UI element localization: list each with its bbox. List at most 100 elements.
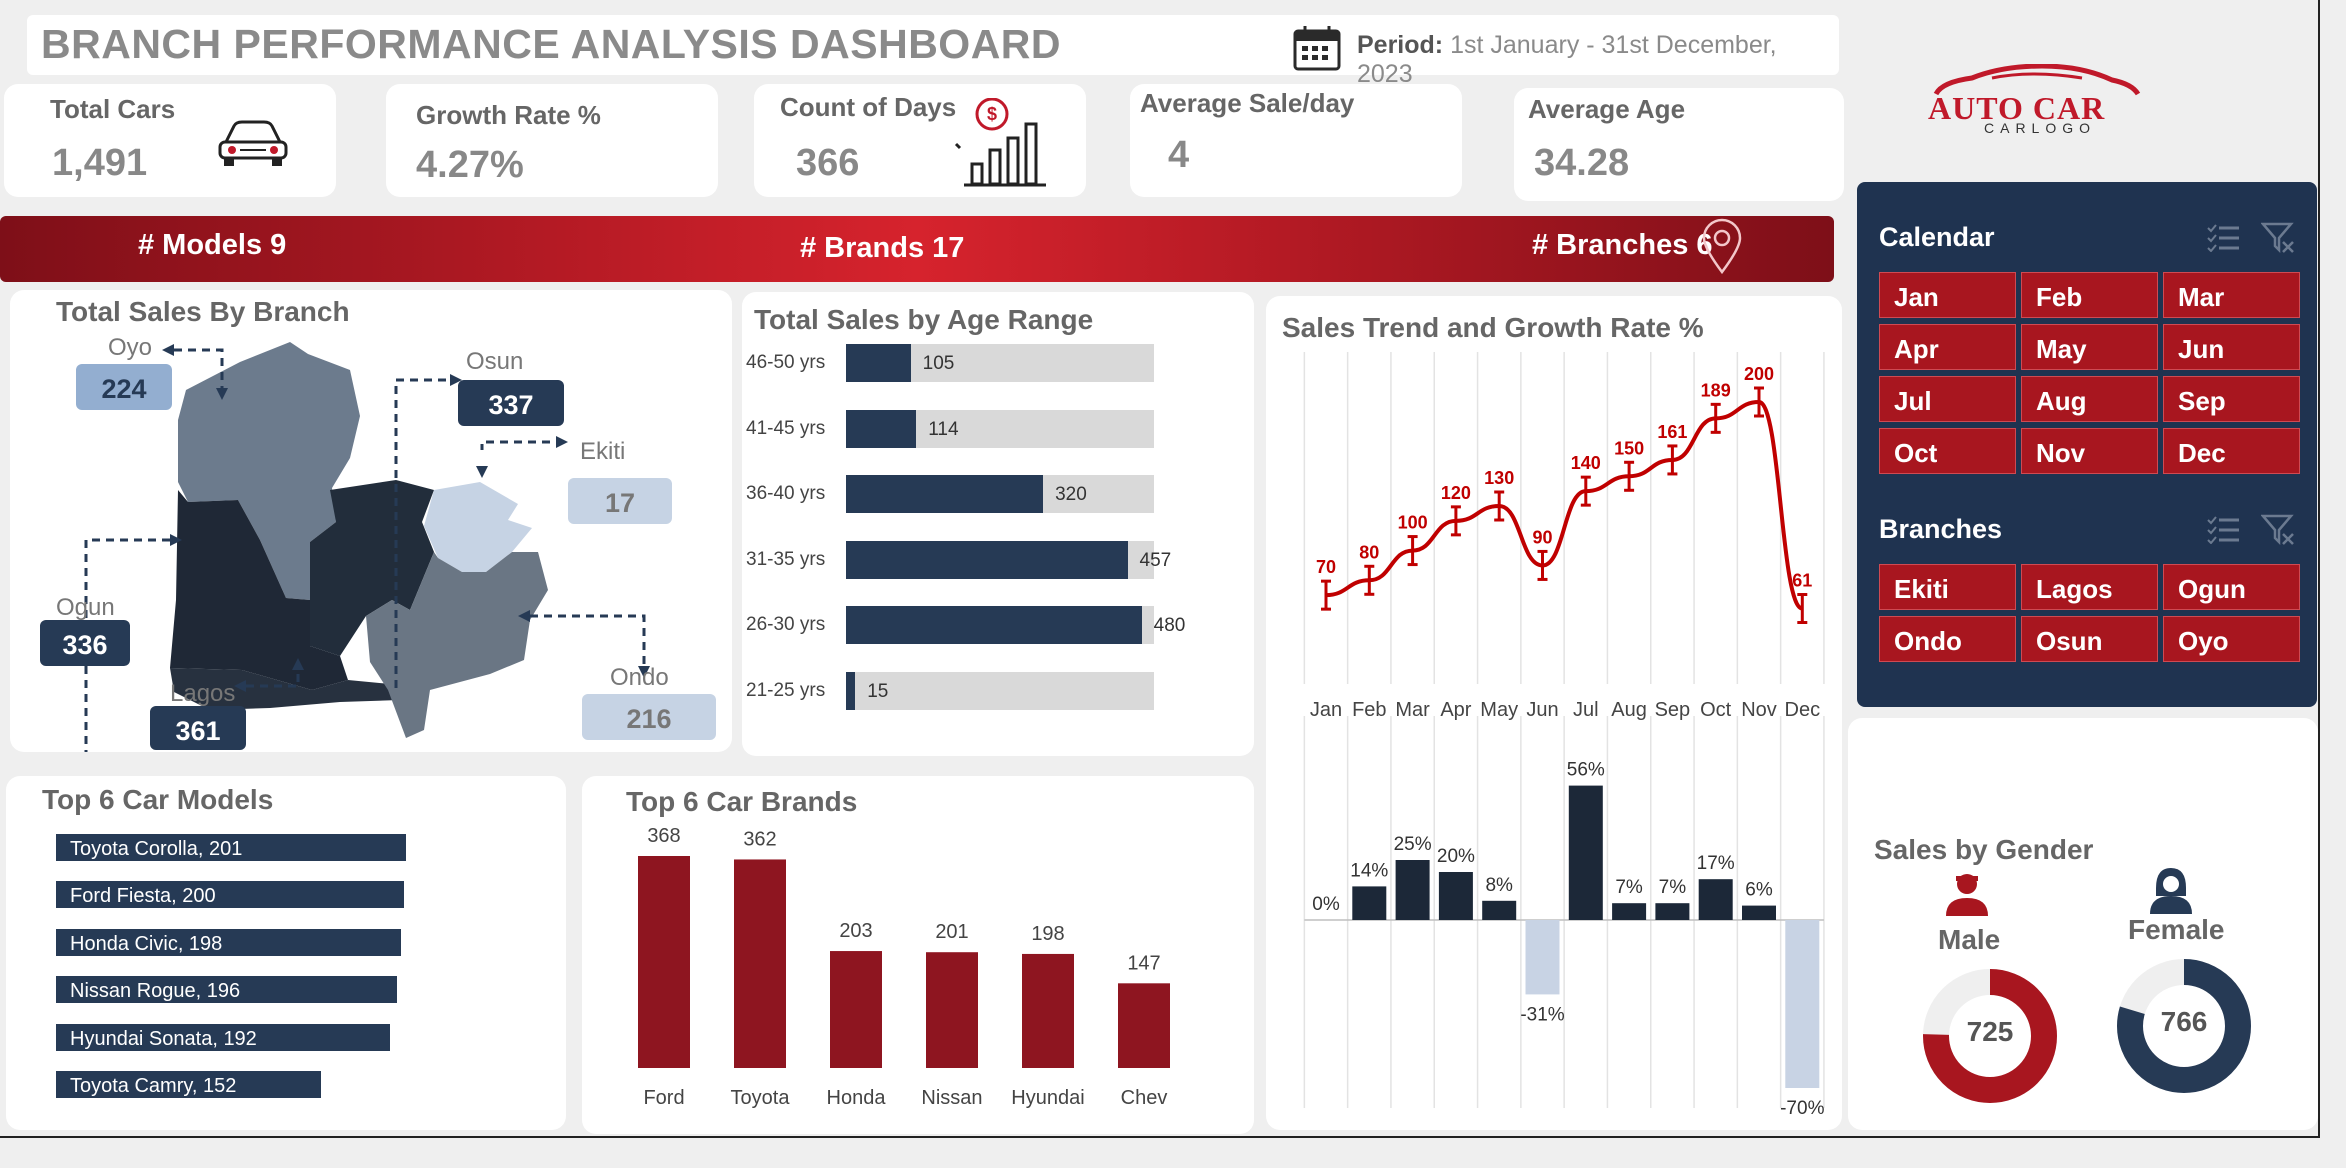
age-bar-value: 320 <box>1055 484 1087 505</box>
month-slicer-may[interactable]: May <box>2021 324 2158 370</box>
branch-slicer-lagos[interactable]: Lagos <box>2021 564 2158 610</box>
month-axis-label: Oct <box>1700 699 1732 721</box>
sales-point-label: 130 <box>1484 468 1514 488</box>
age-bar-value: 114 <box>928 418 959 440</box>
month-slicer-sep[interactable]: Sep <box>2163 376 2300 422</box>
dashboard-title: BRANCH PERFORMANCE ANALYSIS DASHBOARD <box>41 21 1062 67</box>
month-slicer-mar[interactable]: Mar <box>2163 272 2300 318</box>
male-icon <box>1946 874 1988 916</box>
multi-select-icon[interactable] <box>2207 516 2241 544</box>
brand-label: Toyota <box>731 1087 791 1109</box>
month-slicer-nov[interactable]: Nov <box>2021 428 2158 474</box>
summary-banner: # Models 9 # Brands 17 # Branches 6 <box>0 216 1834 282</box>
growth-bar <box>1568 785 1603 920</box>
sales-point-label: 70 <box>1316 557 1336 577</box>
growth-label: 7% <box>1615 877 1643 898</box>
month-slicer-oct[interactable]: Oct <box>1879 428 2016 474</box>
sales-point-label: 161 <box>1657 422 1687 442</box>
month-axis-label: Jun <box>1526 699 1558 721</box>
female-icon <box>2150 868 2192 914</box>
branch-slicer-osun[interactable]: Osun <box>2021 616 2158 662</box>
model-bar: Toyota Corolla, 201 <box>56 834 406 861</box>
age-bar-value: 480 <box>1153 615 1186 636</box>
kpi-value: 4 <box>1168 134 1190 176</box>
logo-subtext: CARLOGO <box>1984 120 2097 136</box>
model-bar: Nissan Rogue, 196 <box>56 976 398 1004</box>
brands-count: # Brands 17 <box>800 232 965 264</box>
month-axis-label: Jan <box>1310 699 1342 721</box>
female-label: Female <box>2128 914 2225 945</box>
branch-slicer-ogun[interactable]: Ogun <box>2163 564 2300 610</box>
kpi-value: 1,491 <box>52 142 148 184</box>
ogun-label: Ogun <box>56 594 115 621</box>
kpi-label: Average Age <box>1528 94 1686 124</box>
model-bar: Hyundai Sonata, 192 <box>56 1023 391 1051</box>
age-row-label: 46-50 yrs <box>746 352 826 373</box>
month-slicer-jul[interactable]: Jul <box>1879 376 2016 422</box>
kpi-value: 366 <box>796 142 860 184</box>
age-bar <box>846 540 1128 579</box>
age-row-label: 26-30 yrs <box>746 614 826 635</box>
model-bar: Honda Civic, 198 <box>56 928 401 956</box>
clear-filter-icon[interactable] <box>2261 222 2295 254</box>
kpi-label: Growth Rate % <box>416 100 601 130</box>
brand-label: Ford <box>643 1087 684 1109</box>
ondo-value: 216 <box>582 694 716 740</box>
multi-select-icon[interactable] <box>2207 224 2241 252</box>
branches-slicer-title: Branches <box>1879 514 2003 544</box>
kpi-total-cars: Total Cars 1,491 <box>4 84 336 197</box>
brand-value: 201 <box>935 921 968 943</box>
model-bar: Ford Fiesta, 200 <box>56 881 405 909</box>
slicer-panel: Calendar Jan Feb Mar Apr May Jun Jul Aug Sep Oct N… <box>1857 182 2317 707</box>
models-count: # Models 9 <box>138 229 287 261</box>
brand-bar <box>830 951 882 1068</box>
month-slicer-feb[interactable]: Feb <box>2021 272 2158 318</box>
month-slicer-apr[interactable]: Apr <box>1879 324 2016 370</box>
growth-label: 0% <box>1312 894 1340 915</box>
osun-value: 337 <box>458 380 564 426</box>
age-bar <box>846 475 1044 513</box>
age-row-label: 41-45 yrs <box>746 417 826 439</box>
age-bar <box>846 409 917 448</box>
ekiti-label: Ekiti <box>580 438 626 465</box>
age-bar-value: 15 <box>867 680 889 702</box>
car-icon <box>218 120 288 166</box>
growth-label: 56% <box>1567 760 1605 781</box>
month-axis-label: Nov <box>1741 699 1777 721</box>
kpi-value: 4.27% <box>416 144 524 186</box>
branch-slicer-ekiti[interactable]: Ekiti <box>1879 564 2016 610</box>
brand-bar <box>1118 983 1170 1068</box>
growth-bar <box>1438 872 1473 920</box>
sales-point-label: 90 <box>1532 527 1552 547</box>
growth-label: 17% <box>1697 853 1735 874</box>
male-label: Male <box>1938 924 2001 955</box>
brand-bar <box>926 952 978 1068</box>
age-row-label: 21-25 yrs <box>746 679 826 701</box>
oyo-value: 224 <box>76 364 172 410</box>
top-brands-chart: 368 Ford 362 Toyota 203 Honda 201 Nissan 198 Hyun… <box>638 825 1170 1109</box>
brand-value: 368 <box>647 825 680 847</box>
growth-bar <box>1395 860 1430 920</box>
brand-bar <box>638 856 690 1068</box>
month-slicer-jan[interactable]: Jan <box>1879 272 2016 318</box>
title-bar: BRANCH PERFORMANCE ANALYSIS DASHBOARD Pe… <box>27 15 1839 88</box>
month-axis-label: Dec <box>1785 699 1821 721</box>
border-line <box>2318 0 2320 1138</box>
branch-slicer-ondo[interactable]: Ondo <box>1879 616 2016 662</box>
calendar-icon <box>1293 26 1341 71</box>
age-bar <box>846 671 856 710</box>
sales-trend-chart: 70 Jan 80 Feb 100 Mar 120 Apr 130 May 90 Jun 140 Jul 1… <box>1303 352 1825 1119</box>
month-axis-label: Feb <box>1352 699 1386 721</box>
growth-bar <box>1352 886 1387 920</box>
month-slicer-dec[interactable]: Dec <box>2163 428 2300 474</box>
kpi-average-age: Average Age 34.28 <box>1514 88 1844 201</box>
month-slicer-jun[interactable]: Jun <box>2163 324 2300 370</box>
month-axis-label: Aug <box>1611 699 1647 721</box>
growth-label: -31% <box>1520 1004 1564 1025</box>
ekiti-value: 17 <box>568 478 672 524</box>
branch-slicer-oyo[interactable]: Oyo <box>2163 616 2300 662</box>
clear-filter-icon[interactable] <box>2261 514 2295 546</box>
month-slicer-aug[interactable]: Aug <box>2021 376 2158 422</box>
sales-point-label: 150 <box>1614 438 1644 458</box>
sales-point-label: 61 <box>1792 571 1812 591</box>
